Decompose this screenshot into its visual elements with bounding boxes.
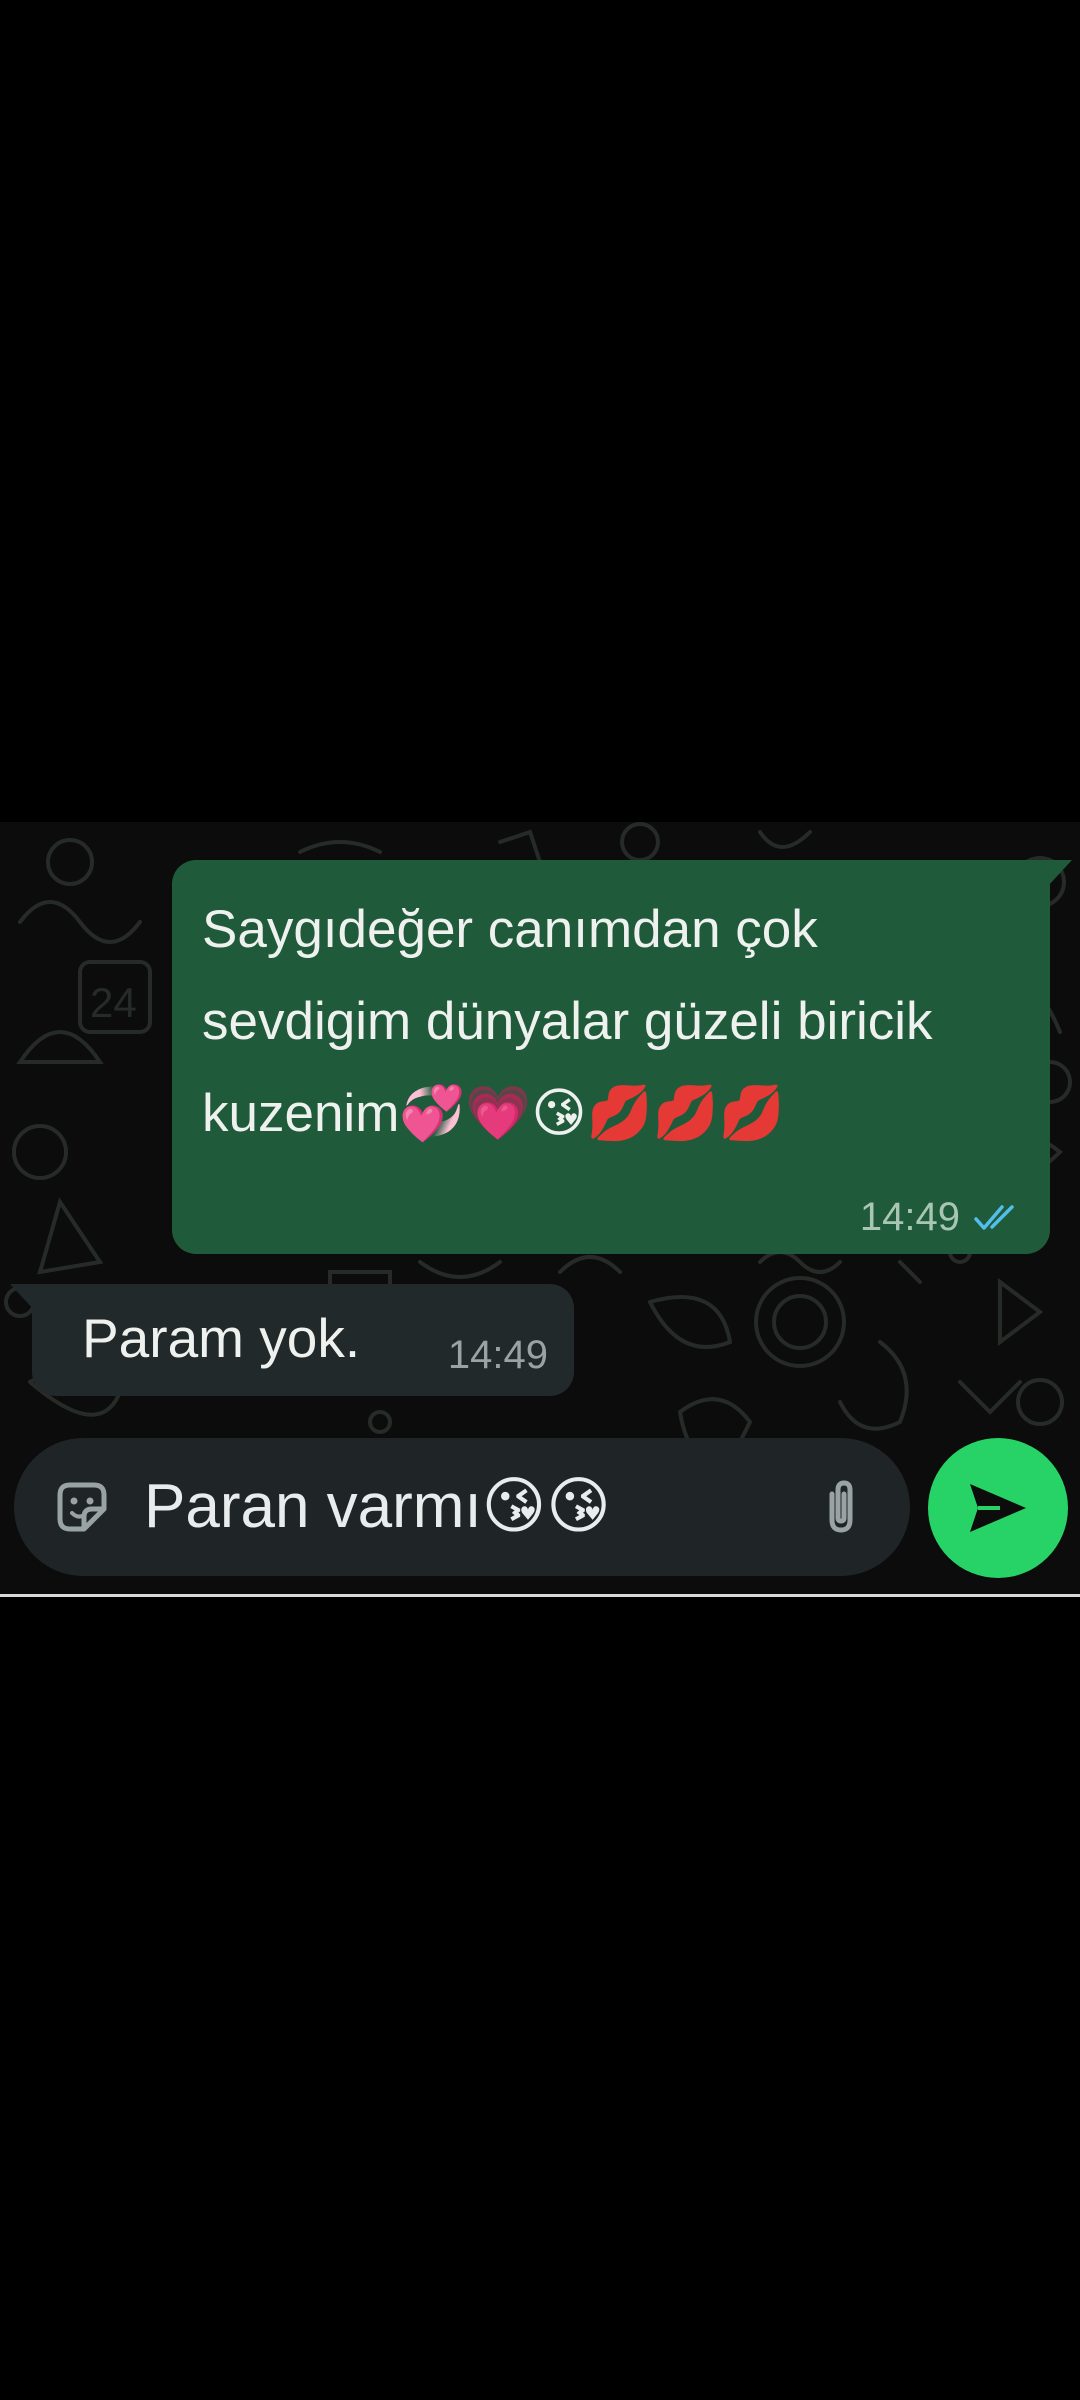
- incoming-message-bubble[interactable]: Param yok. 14:49: [10, 1284, 574, 1396]
- divider-line: [0, 1594, 1080, 1597]
- message-input[interactable]: Paran varmı😘😘: [144, 1472, 611, 1542]
- svg-text:24: 24: [90, 979, 137, 1026]
- sticker-icon[interactable]: [50, 1475, 114, 1539]
- send-icon: [970, 1484, 1026, 1532]
- message-time: 14:49: [447, 1333, 548, 1377]
- outgoing-message-bubble[interactable]: Saygıdeğer canımdan çok sevdigim dünyala…: [172, 860, 1072, 1254]
- paperclip-icon[interactable]: [810, 1476, 872, 1538]
- send-button[interactable]: [928, 1438, 1068, 1578]
- message-time: 14:49: [859, 1195, 960, 1239]
- bubble-tail: [1048, 860, 1072, 886]
- message-text: Param yok.: [82, 1307, 361, 1369]
- bubble-tail: [10, 1284, 34, 1310]
- double-check-icon: [972, 1203, 1022, 1233]
- message-composer[interactable]: Paran varmı😘😘: [14, 1438, 910, 1576]
- message-meta: 14:49: [860, 1195, 1022, 1240]
- message-text: Saygıdeğer canımdan çok sevdigim dünyala…: [202, 900, 933, 1143]
- chat-area: 24 Saygıdeğer canımdan çok sevdigim düny…: [0, 822, 1080, 1594]
